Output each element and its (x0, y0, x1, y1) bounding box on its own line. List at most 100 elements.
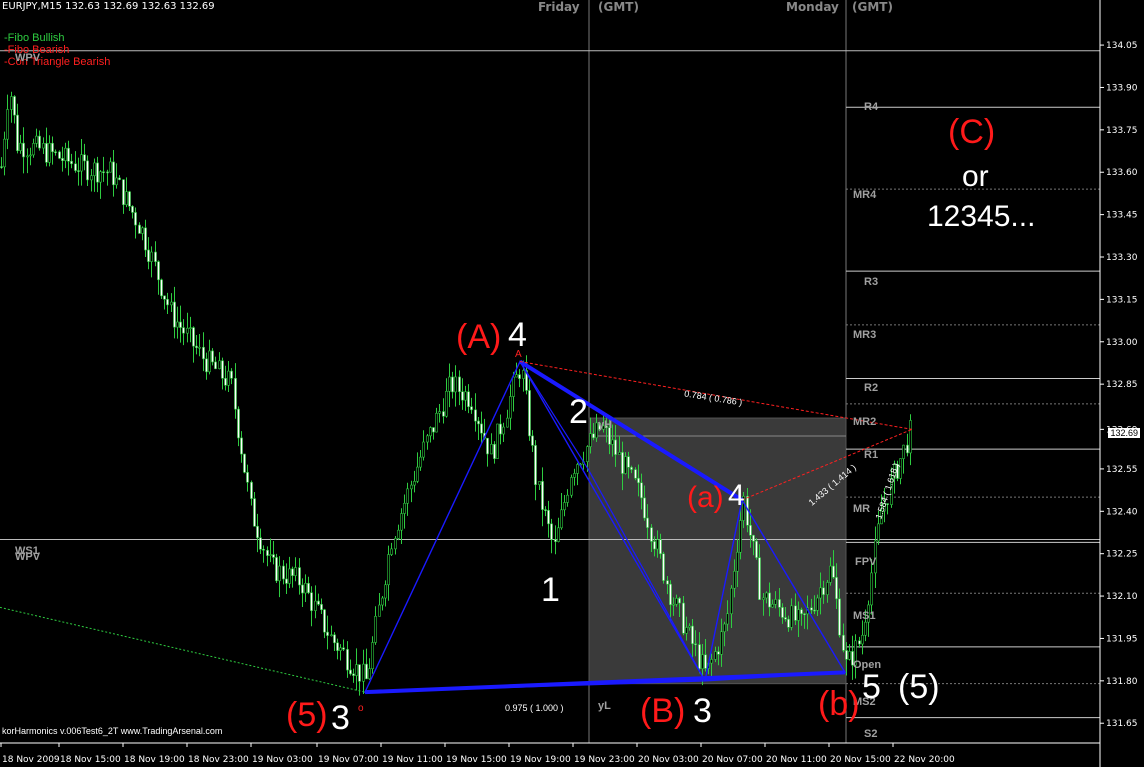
candle-body (352, 673, 355, 676)
wave-label-A-prefix: (A) (456, 318, 502, 356)
candle-body (557, 527, 560, 542)
pivot-label-mr3: MR3 (853, 329, 877, 341)
candle-body (186, 327, 189, 334)
y-tick-label: 132.85 (1106, 380, 1138, 390)
candle-body (234, 377, 237, 410)
candle-body (173, 301, 176, 328)
pivot-label-s2: S2 (864, 728, 878, 740)
candle-body (77, 170, 80, 172)
symbol-info: EURJPY,M15 132.63 132.69 132.63 132.69 (2, 1, 215, 12)
x-tick-label: 20 Nov 11:00 (766, 755, 827, 765)
candle-body (221, 360, 224, 379)
x-tick-label: 20 Nov 15:00 (830, 755, 891, 765)
y-tick-label: 133.60 (1106, 168, 1138, 178)
candle-body (691, 625, 694, 645)
candle-body (51, 142, 54, 153)
sequence-label: 12345... (927, 200, 1036, 233)
candle-body (448, 376, 451, 392)
candle-body (378, 604, 381, 617)
candle-body (736, 551, 739, 572)
candle-body (522, 370, 525, 379)
candle-body (909, 420, 912, 454)
candle-body (842, 634, 845, 651)
y-tick-label: 133.75 (1106, 126, 1138, 136)
candle-body (192, 327, 195, 347)
candle-body (662, 553, 665, 581)
candle-body (288, 568, 291, 584)
pivot-label-fpv: FPV (855, 556, 877, 568)
candle-body (861, 634, 864, 645)
candle-body (458, 376, 461, 393)
candle-body (122, 179, 125, 206)
candle-body (646, 517, 649, 528)
candle-body (611, 439, 614, 445)
candle-body (403, 502, 406, 514)
candle-body (778, 599, 781, 608)
candle-body (259, 537, 262, 550)
x-tick-label: 18 Nov 2009 (2, 755, 60, 765)
candle-body (166, 298, 169, 306)
candle-body (547, 510, 550, 525)
candle-body (560, 509, 563, 529)
current-price-tag: 132.69 (1108, 428, 1140, 438)
candle-body (739, 520, 742, 553)
y-tick-label: 132.55 (1106, 465, 1138, 475)
candle-body (822, 587, 825, 595)
candle-body (726, 613, 729, 625)
candle-body (291, 568, 294, 576)
candle-body (829, 565, 832, 583)
candle-body (32, 143, 35, 156)
y-tick-label: 132.40 (1106, 507, 1138, 517)
candle-body (902, 444, 905, 459)
candle-body (358, 664, 361, 682)
candle-body (3, 138, 6, 168)
candle-body (906, 444, 909, 454)
candle-body (330, 634, 333, 637)
candle-body (438, 411, 441, 414)
candle-body (762, 597, 765, 600)
candle-body (202, 346, 205, 360)
y-tick-label: 134.05 (1106, 41, 1138, 51)
candle-body (368, 668, 371, 680)
candle-body (752, 535, 755, 542)
candle-body (118, 177, 121, 180)
candle-body (317, 600, 320, 605)
candle-body (627, 456, 630, 468)
candle-body (218, 360, 221, 370)
candle-body (573, 473, 576, 478)
pivot-label-mr2: MR2 (853, 416, 877, 428)
candle-body (714, 651, 717, 660)
candle-body (643, 497, 646, 519)
indicator-footer: korHarmonics v.006Test6_2T www.TradingAr… (2, 726, 223, 736)
candle-body (35, 135, 38, 144)
candle-body (67, 147, 70, 162)
candle-body (224, 378, 227, 386)
candle-body (733, 570, 736, 589)
candle-body (838, 598, 841, 636)
candle-body (227, 370, 230, 386)
wave-label-5-3-num: 3 (331, 699, 350, 737)
wave-label-a-prefix: (a) (687, 481, 724, 514)
wave-label-5: 5 (862, 668, 881, 706)
candle-body (624, 456, 627, 474)
candle-body (29, 154, 32, 157)
candle-body (26, 155, 29, 158)
candle-body (640, 482, 643, 499)
candle-body (538, 481, 541, 485)
y-tick-label: 133.90 (1106, 83, 1138, 93)
pivot-label-mr4: MR4 (853, 189, 877, 201)
candle-body (314, 600, 317, 611)
candle-body (554, 539, 557, 542)
candle-body (720, 631, 723, 655)
candle-body (781, 607, 784, 618)
candle-body (474, 409, 477, 422)
candle-body (70, 160, 73, 165)
x-tick-label: 20 Nov 03:00 (638, 755, 699, 765)
candle-body (563, 502, 566, 511)
candle-body (211, 350, 214, 363)
candle-body (502, 426, 505, 435)
wave-label-2: 2 (569, 393, 588, 431)
candle-body (131, 205, 134, 213)
candle-body (531, 435, 534, 446)
candle-body (307, 582, 310, 594)
